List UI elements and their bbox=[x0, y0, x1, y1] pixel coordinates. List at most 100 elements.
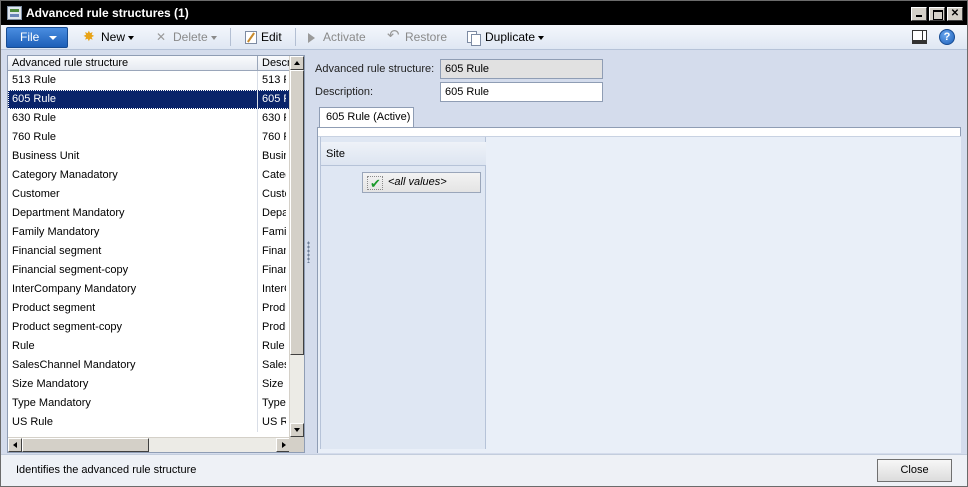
action-pane: File New Delete Edit Activate Restore bbox=[1, 25, 967, 50]
edit-button[interactable]: Edit bbox=[245, 29, 282, 46]
vertical-scroll-thumb[interactable] bbox=[290, 70, 304, 355]
cell-description: Family Mandatory bbox=[262, 226, 286, 238]
cell-description: 513 Rule bbox=[262, 74, 286, 86]
restore-undo-icon bbox=[387, 28, 401, 45]
description-field-label: Description: bbox=[315, 86, 374, 98]
column-divider bbox=[257, 394, 258, 413]
table-row[interactable]: Department Mandatory Department Mandatory bbox=[8, 204, 290, 223]
minimize-button[interactable] bbox=[911, 7, 927, 21]
new-button[interactable]: New bbox=[83, 29, 135, 46]
edit-label: Edit bbox=[261, 30, 282, 44]
column-header-structure[interactable]: Advanced rule structure bbox=[12, 57, 128, 69]
scroll-left-arrow-icon[interactable] bbox=[8, 438, 22, 452]
column-divider bbox=[257, 280, 258, 299]
maximize-button[interactable] bbox=[929, 7, 945, 21]
duplicate-button[interactable]: Duplicate bbox=[467, 29, 545, 46]
column-divider bbox=[257, 318, 258, 337]
table-row[interactable]: Financial segment Financial segment bbox=[8, 242, 290, 261]
chevron-down-icon bbox=[49, 36, 57, 40]
table-row[interactable]: Rule Rule bbox=[8, 337, 290, 356]
duplicate-label: Duplicate bbox=[485, 30, 536, 44]
scroll-right-arrow-icon[interactable] bbox=[276, 438, 290, 452]
chevron-down-icon bbox=[538, 35, 545, 40]
cell-structure-name: Family Mandatory bbox=[12, 226, 100, 238]
cell-description: Type Mandatory bbox=[262, 397, 286, 409]
all-values-node[interactable]: <all values> bbox=[362, 172, 481, 193]
all-values-label: <all values> bbox=[388, 176, 447, 188]
cell-structure-name: Financial segment bbox=[12, 245, 102, 257]
cell-description: Category Manadatory bbox=[262, 169, 286, 181]
column-divider bbox=[257, 185, 258, 204]
activate-button[interactable]: Activate bbox=[305, 29, 366, 46]
table-row[interactable]: Category Manadatory Category Manadatory bbox=[8, 166, 290, 185]
cell-description: Department Mandatory bbox=[262, 207, 286, 219]
duplicate-copy-icon bbox=[467, 30, 481, 46]
window-title: Advanced rule structures (1) bbox=[26, 6, 189, 20]
table-row[interactable]: US Rule US Rule bbox=[8, 413, 290, 432]
cell-structure-name: InterCompany Mandatory bbox=[12, 283, 137, 295]
cell-description: Product segment bbox=[262, 302, 286, 314]
cell-description: Business Unit bbox=[262, 150, 286, 162]
column-divider bbox=[257, 375, 258, 394]
table-row[interactable]: Family Mandatory Family Mandatory bbox=[8, 223, 290, 242]
close-window-button[interactable]: ✕ bbox=[947, 7, 963, 21]
grid-rows: 513 Rule 513 Rule 605 Rule 605 Rule 630 Rule… bbox=[8, 71, 290, 432]
tab-rule-active[interactable]: 605 Rule (Active) bbox=[319, 107, 414, 128]
restore-button[interactable]: Restore bbox=[387, 28, 448, 46]
cell-structure-name: Business Unit bbox=[12, 150, 80, 162]
check-icon bbox=[367, 174, 383, 193]
cell-structure-name: SalesChannel Mandatory bbox=[12, 359, 136, 371]
table-row[interactable]: Business Unit Business Unit bbox=[8, 147, 290, 166]
table-row[interactable]: 760 Rule 760 Rule bbox=[8, 128, 290, 147]
cell-description: InterCompany Mandatory bbox=[262, 283, 286, 295]
column-divider bbox=[257, 356, 258, 375]
column-divider bbox=[257, 109, 258, 128]
delete-button[interactable]: Delete bbox=[155, 29, 217, 46]
table-row[interactable]: 605 Rule 605 Rule bbox=[8, 90, 290, 109]
close-button[interactable]: Close bbox=[877, 459, 952, 482]
edit-pencil-icon bbox=[245, 31, 257, 44]
title-bar: Advanced rule structures (1) ✕ bbox=[1, 1, 967, 25]
pane-splitter-handle[interactable] bbox=[307, 241, 310, 263]
table-row[interactable]: Product segment-copy Product segment-copy bbox=[8, 318, 290, 337]
cell-description: Size Mandatory bbox=[262, 378, 286, 390]
cell-structure-name: Type Mandatory bbox=[12, 397, 91, 409]
column-divider bbox=[257, 128, 258, 147]
help-icon[interactable]: ? bbox=[939, 29, 955, 45]
scroll-down-arrow-icon[interactable] bbox=[290, 423, 304, 437]
restore-label: Restore bbox=[405, 30, 448, 44]
horizontal-scrollbar[interactable] bbox=[8, 437, 290, 452]
description-input[interactable]: 605 Rule bbox=[440, 82, 603, 102]
toolbar-separator bbox=[230, 28, 231, 46]
cell-structure-name: Size Mandatory bbox=[12, 378, 89, 390]
table-row[interactable]: 630 Rule 630 Rule bbox=[8, 109, 290, 128]
horizontal-scroll-thumb[interactable] bbox=[22, 438, 149, 452]
cell-description: Financial segment-copy bbox=[262, 264, 286, 276]
column-divider bbox=[257, 261, 258, 280]
site-column: Site <all values> bbox=[320, 137, 486, 449]
grid-header: Advanced rule structure Description bbox=[8, 56, 290, 71]
file-menu-button[interactable]: File bbox=[6, 27, 68, 48]
table-row[interactable]: Type Mandatory Type Mandatory bbox=[8, 394, 290, 413]
table-row[interactable]: Size Mandatory Size Mandatory bbox=[8, 375, 290, 394]
table-row[interactable]: SalesChannel Mandatory SalesChannel Manda… bbox=[8, 356, 290, 375]
cell-structure-name: Product segment bbox=[12, 302, 96, 314]
column-divider bbox=[257, 337, 258, 356]
table-row[interactable]: InterCompany Mandatory InterCompany Manda… bbox=[8, 280, 290, 299]
table-row[interactable]: Customer Customer bbox=[8, 185, 290, 204]
column-header-description[interactable]: Description bbox=[262, 57, 290, 69]
factbox-panel-icon[interactable] bbox=[912, 30, 927, 44]
new-star-icon bbox=[83, 29, 97, 45]
column-divider bbox=[257, 204, 258, 223]
column-divider[interactable] bbox=[257, 56, 258, 71]
scroll-up-arrow-icon[interactable] bbox=[290, 56, 304, 70]
rule-tree-area: Site <all values> bbox=[318, 136, 961, 453]
table-row[interactable]: Financial segment-copy Financial segment-… bbox=[8, 261, 290, 280]
cell-description: SalesChannel Mandatory bbox=[262, 359, 286, 371]
cell-structure-name: Category Manadatory bbox=[12, 169, 118, 181]
column-divider bbox=[257, 90, 258, 109]
table-row[interactable]: 513 Rule 513 Rule bbox=[8, 71, 290, 90]
table-row[interactable]: Product segment Product segment bbox=[8, 299, 290, 318]
vertical-scrollbar[interactable] bbox=[289, 56, 304, 437]
rule-structure-grid: Advanced rule structure Description 513 … bbox=[7, 55, 305, 453]
